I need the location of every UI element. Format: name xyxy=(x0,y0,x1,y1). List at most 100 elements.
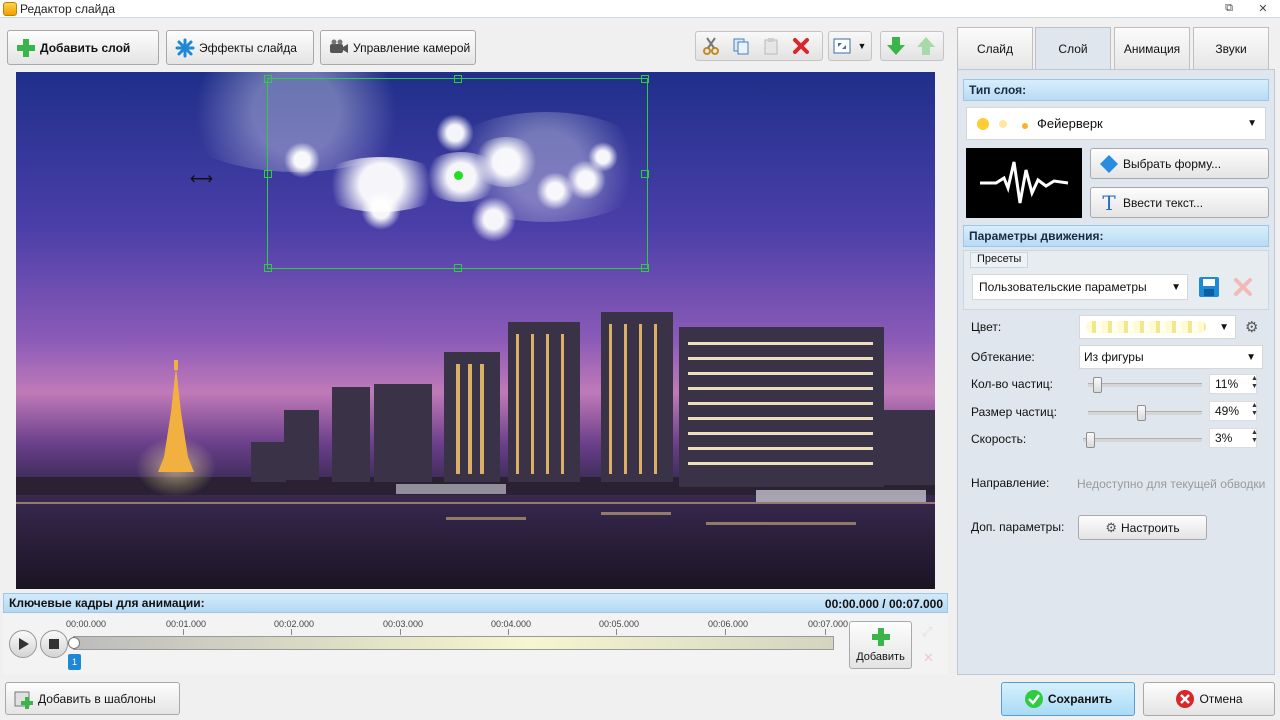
tick-label: 00:04.000 xyxy=(491,619,532,629)
resize-handle[interactable] xyxy=(264,170,272,178)
gear-icon: ⚙ xyxy=(1105,519,1117,535)
slide-effects-button[interactable]: Эффекты слайда xyxy=(166,30,314,65)
particle-size-label: Размер частиц: xyxy=(971,405,1057,419)
cancel-button[interactable]: Отмена xyxy=(1143,682,1275,716)
play-button[interactable] xyxy=(9,630,37,658)
stop-icon xyxy=(49,639,59,649)
enter-text-button[interactable]: T Ввести текст... xyxy=(1090,187,1269,218)
fit-screen-icon[interactable] xyxy=(829,32,855,60)
extra-params-label: Доп. параметры: xyxy=(971,520,1065,534)
spin-arrows[interactable]: ▲ ▼ xyxy=(1251,402,1258,418)
speed-slider[interactable] xyxy=(1083,432,1202,448)
paste-icon[interactable] xyxy=(756,32,786,60)
text-icon: T xyxy=(1102,190,1116,215)
particle-count-value[interactable]: 11% xyxy=(1209,374,1257,394)
add-keyframe-button[interactable]: Добавить xyxy=(849,621,912,669)
playhead[interactable] xyxy=(68,637,80,649)
copy-icon[interactable] xyxy=(726,32,756,60)
tab-animation[interactable]: Анимация xyxy=(1114,27,1190,70)
tick-label: 00:00.000 xyxy=(66,619,107,629)
order-group xyxy=(880,31,944,61)
preset-select[interactable]: Пользовательские параметры ▼ xyxy=(972,274,1188,300)
resize-handle[interactable] xyxy=(454,75,462,83)
particle-size-slider[interactable] xyxy=(1088,405,1202,421)
flow-select[interactable]: Из фигуры ▼ xyxy=(1079,345,1263,369)
choose-shape-label: Выбрать форму... xyxy=(1123,156,1222,171)
resize-handle[interactable] xyxy=(264,264,272,272)
add-layer-button[interactable]: Добавить слой xyxy=(7,30,159,65)
direction-label: Направление: xyxy=(971,476,1050,490)
plus-icon xyxy=(871,628,890,646)
app-icon xyxy=(3,1,17,16)
cut-icon[interactable] xyxy=(696,32,726,60)
tab-layer[interactable]: Слой xyxy=(1035,27,1111,70)
resize-handle[interactable] xyxy=(641,75,649,83)
time-display: 00:00.000 / 00:07.000 xyxy=(824,597,943,611)
slider-thumb[interactable] xyxy=(1086,432,1095,448)
delete-preset-icon[interactable] xyxy=(1233,277,1253,300)
resize-handle[interactable] xyxy=(264,75,272,83)
gear-icon[interactable]: ⚙ xyxy=(1245,318,1258,336)
configure-button[interactable]: ⚙ Настроить xyxy=(1078,515,1207,540)
cancel-label: Отмена xyxy=(1199,692,1243,706)
slide-effects-label: Эффекты слайда xyxy=(199,40,297,55)
close-icon[interactable]: ✕ xyxy=(923,650,934,666)
play-icon xyxy=(19,638,29,650)
spin-arrows[interactable]: ▲ ▼ xyxy=(1251,375,1258,391)
resize-cursor-icon: ⟷ xyxy=(190,171,213,188)
title-bar: Редактор слайда ⧉ ✕ xyxy=(0,0,1280,18)
resize-handle[interactable] xyxy=(641,170,649,178)
color-picker[interactable]: ▼ xyxy=(1079,315,1236,339)
restore-button[interactable]: ⧉ xyxy=(1212,0,1246,17)
shape-preview xyxy=(966,148,1082,218)
cancel-icon xyxy=(1175,689,1195,709)
camera-control-button[interactable]: Управление камерой xyxy=(320,30,476,65)
resize-handle[interactable] xyxy=(641,264,649,272)
chevron-down-icon: ▼ xyxy=(1246,351,1256,363)
layer-type-value: Фейерверк xyxy=(1037,116,1103,131)
save-button[interactable]: Сохранить xyxy=(1001,682,1135,716)
tick-label: 00:02.000 xyxy=(274,619,315,629)
particle-size-value[interactable]: 49% xyxy=(1209,401,1257,421)
layer-type-select[interactable]: Фейерверк ▼ xyxy=(966,107,1266,140)
speed-value[interactable]: 3% xyxy=(1209,428,1257,448)
spin-arrows[interactable]: ▲ ▼ xyxy=(1251,429,1258,445)
anchor-point[interactable] xyxy=(454,171,463,180)
keyframe-marker[interactable]: 1 xyxy=(68,654,81,670)
tick-label: 00:01.000 xyxy=(166,619,207,629)
close-button[interactable]: ✕ xyxy=(1246,0,1280,17)
slider-thumb[interactable] xyxy=(1093,377,1102,393)
camera-icon xyxy=(329,38,349,58)
preset-value: Пользовательские параметры xyxy=(979,280,1147,294)
chevron-down-icon: ▼ xyxy=(1171,281,1181,293)
tick-label: 00:07.000 xyxy=(808,619,849,629)
delete-icon[interactable] xyxy=(786,32,816,60)
tick-label: 00:03.000 xyxy=(383,619,424,629)
add-to-templates-button[interactable]: Добавить в шаблоны xyxy=(5,682,180,715)
layer-selection-box[interactable] xyxy=(264,75,649,272)
choose-shape-button[interactable]: Выбрать форму... xyxy=(1090,148,1269,179)
tab-slide[interactable]: Слайд xyxy=(957,27,1033,70)
move-up-icon[interactable] xyxy=(911,32,941,60)
particle-count-slider[interactable] xyxy=(1088,377,1202,393)
expand-icon[interactable]: ⤢ xyxy=(922,624,932,640)
chevron-down-icon[interactable]: ▼ xyxy=(855,32,869,60)
resize-handle[interactable] xyxy=(454,264,462,272)
slider-thumb[interactable] xyxy=(1137,405,1146,421)
window-title: Редактор слайда xyxy=(20,1,116,16)
tick-label: 00:05.000 xyxy=(599,619,640,629)
tab-sounds[interactable]: Звуки xyxy=(1193,27,1269,70)
plus-icon xyxy=(16,38,36,58)
enter-text-label: Ввести текст... xyxy=(1123,195,1204,210)
direction-value: Недоступно для текущей обводки xyxy=(1077,477,1266,491)
diamond-icon xyxy=(1099,154,1119,174)
tick-label: 00:06.000 xyxy=(708,619,749,629)
save-preset-icon[interactable] xyxy=(1198,276,1220,301)
add-layer-label: Добавить слой xyxy=(40,40,131,55)
fit-group: ▼ xyxy=(828,31,872,61)
stop-button[interactable] xyxy=(40,630,68,658)
timeline-track[interactable] xyxy=(73,636,834,650)
chevron-down-icon: ▼ xyxy=(1219,321,1229,333)
keyframes-title: Ключевые кадры для анимации: xyxy=(9,596,205,610)
move-down-icon[interactable] xyxy=(881,32,911,60)
